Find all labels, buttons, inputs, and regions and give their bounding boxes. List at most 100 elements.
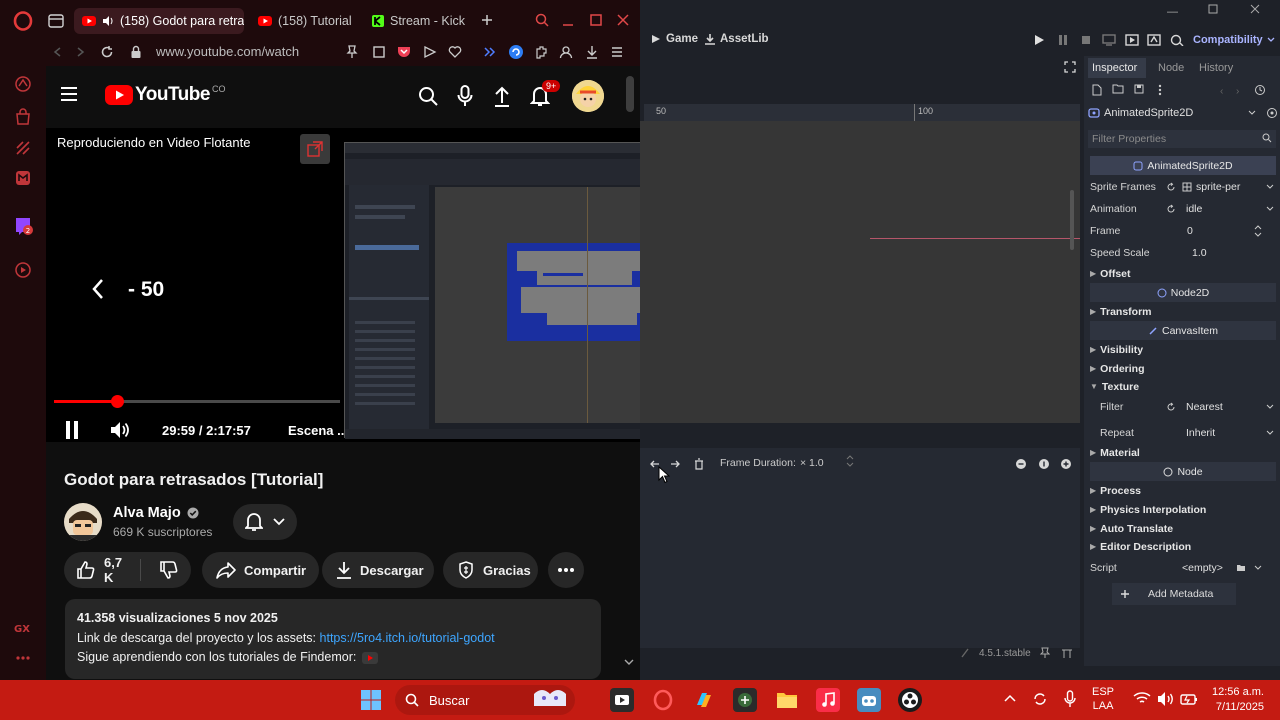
search-icon[interactable] xyxy=(418,86,438,106)
zoom-out-icon[interactable] xyxy=(1016,459,1026,469)
godot-taskbar-icon[interactable] xyxy=(857,688,881,712)
like-button[interactable]: 6,7 K xyxy=(64,555,141,585)
section-offset[interactable]: ▶ Offset xyxy=(1090,264,1276,283)
movie-maker-icon[interactable] xyxy=(1170,34,1184,46)
menu-icon[interactable] xyxy=(60,86,78,102)
save-resource-icon[interactable] xyxy=(1134,84,1144,94)
section-transform[interactable]: ▶ Transform xyxy=(1090,302,1276,321)
pin-panel-icon[interactable] xyxy=(1040,647,1050,659)
account-avatar[interactable] xyxy=(572,80,604,112)
progress-scrubber[interactable] xyxy=(110,395,124,408)
page-scrollbar[interactable] xyxy=(626,76,634,112)
prop-frame[interactable]: Frame 0 xyxy=(1090,221,1276,240)
download-icon[interactable] xyxy=(585,45,599,59)
volume-tray-icon[interactable] xyxy=(1157,691,1175,707)
opera-logo-icon[interactable] xyxy=(13,11,33,31)
clock[interactable]: 12:56 a.m. 7/11/2025 xyxy=(1206,685,1264,715)
more-menu-icon[interactable] xyxy=(1158,84,1162,96)
pocket-icon[interactable] xyxy=(397,45,411,59)
section-editor-description[interactable]: ▶ Editor Description xyxy=(1090,537,1276,556)
obs-taskbar-icon[interactable] xyxy=(898,688,922,712)
run-custom-scene-icon[interactable] xyxy=(1147,34,1161,46)
prop-value[interactable]: sprite-per xyxy=(1196,181,1240,193)
subscribe-notify-button[interactable] xyxy=(233,504,297,540)
forward-icon[interactable] xyxy=(74,46,86,58)
gx-icon[interactable]: GX xyxy=(13,618,33,638)
upload-icon[interactable] xyxy=(493,85,511,107)
download-button[interactable]: Descargar xyxy=(322,552,434,588)
viewport-scrollbar[interactable] xyxy=(1070,190,1074,250)
more-actions-button[interactable] xyxy=(548,552,584,588)
prop-animation[interactable]: Animation idle xyxy=(1090,199,1276,218)
assetlib-tab[interactable]: AssetLib xyxy=(704,33,769,45)
prop-value[interactable]: 1.0 xyxy=(1192,247,1207,259)
prop-repeat[interactable]: Repeat Inherit xyxy=(1090,423,1276,442)
heart-icon[interactable] xyxy=(448,45,462,59)
snapshot-icon[interactable] xyxy=(372,45,386,59)
zoom-reset-icon[interactable] xyxy=(1039,459,1049,469)
youtube-small-icon[interactable] xyxy=(362,651,379,664)
open-resource-icon[interactable] xyxy=(1112,84,1124,94)
show-hidden-icons[interactable] xyxy=(1004,694,1016,702)
music-taskbar-icon[interactable] xyxy=(816,688,840,712)
opera-gx-taskbar-icon[interactable] xyxy=(651,688,675,712)
pause-icon[interactable] xyxy=(64,420,80,440)
section-visibility[interactable]: ▶ Visibility xyxy=(1090,340,1276,359)
selected-node-row[interactable]: AnimatedSprite2D xyxy=(1088,104,1278,122)
url-text[interactable]: www.youtube.com/watch xyxy=(156,44,299,59)
new-resource-icon[interactable] xyxy=(1092,84,1102,96)
channel-avatar[interactable] xyxy=(64,503,102,541)
section-ordering[interactable]: ▶ Ordering xyxy=(1090,359,1276,378)
section-physics-interpolation[interactable]: ▶ Physics Interpolation xyxy=(1090,500,1276,519)
prop-filter[interactable]: Filter Nearest xyxy=(1090,397,1276,416)
twitch-icon[interactable]: 2 xyxy=(13,216,33,236)
filter-properties-input[interactable]: Filter Properties xyxy=(1088,130,1276,148)
more-options-icon[interactable] xyxy=(13,648,33,668)
section-material[interactable]: ▶ Material xyxy=(1090,443,1276,462)
description-box[interactable]: 41.358 visualizaciones 5 nov 2025 Link d… xyxy=(65,599,601,679)
send-icon[interactable] xyxy=(423,45,437,59)
back-icon[interactable] xyxy=(52,46,64,58)
youtube-logo[interactable]: YouTube CO xyxy=(105,84,225,106)
sidebar-app-icon[interactable] xyxy=(13,138,33,158)
run-current-scene-icon[interactable] xyxy=(1125,34,1139,46)
aria-icon[interactable] xyxy=(13,74,33,94)
run-project-icon[interactable] xyxy=(1033,34,1045,46)
wifi-icon[interactable] xyxy=(1133,691,1151,705)
copilot-taskbar-icon[interactable] xyxy=(692,688,716,712)
godot-minimize-icon[interactable]: — xyxy=(1167,6,1178,18)
language-indicator[interactable]: ESP LAA xyxy=(1092,685,1114,713)
lock-icon[interactable] xyxy=(130,45,142,59)
vpn-icon[interactable] xyxy=(483,45,497,59)
revert-icon[interactable] xyxy=(1166,204,1176,214)
game-taskbar-icon[interactable] xyxy=(733,688,757,712)
dislike-button[interactable] xyxy=(149,560,191,580)
prop-speed-scale[interactable]: Speed Scale 1.0 xyxy=(1090,243,1276,262)
microphone-icon[interactable] xyxy=(457,85,473,107)
frame-duration-input[interactable]: × 1.0 xyxy=(800,457,824,469)
extensions-icon[interactable] xyxy=(534,45,548,59)
player-icon[interactable] xyxy=(13,260,33,280)
distraction-free-icon[interactable] xyxy=(1064,61,1076,73)
pin-icon[interactable] xyxy=(346,45,358,59)
battery-icon[interactable] xyxy=(1180,691,1198,707)
expand-panel-icon[interactable] xyxy=(1061,647,1073,659)
revert-icon[interactable] xyxy=(1166,402,1176,412)
section-auto-translate[interactable]: ▶ Auto Translate xyxy=(1090,519,1276,538)
maximize-icon[interactable] xyxy=(589,13,603,27)
search-tabs-icon[interactable] xyxy=(535,13,549,27)
scroll-down-icon[interactable] xyxy=(624,658,634,666)
history-back-icon[interactable]: ‹ xyxy=(1220,86,1223,97)
prop-script[interactable]: Script <empty> xyxy=(1090,558,1276,577)
channel-name[interactable]: Alva Majo xyxy=(113,505,181,521)
scene-viewport[interactable] xyxy=(640,121,1080,423)
sync-tray-icon[interactable] xyxy=(1032,691,1048,707)
chapter-label[interactable]: Escena ... xyxy=(288,423,348,438)
object-properties-icon[interactable] xyxy=(1266,107,1278,119)
microphone-tray-icon[interactable] xyxy=(1064,690,1076,708)
game-tab[interactable]: Game xyxy=(650,33,698,45)
object-history-icon[interactable] xyxy=(1254,84,1266,96)
prop-value[interactable]: idle xyxy=(1186,203,1202,215)
spin-arrows-icon[interactable] xyxy=(1254,224,1262,237)
extension-blue-icon[interactable] xyxy=(508,44,524,60)
